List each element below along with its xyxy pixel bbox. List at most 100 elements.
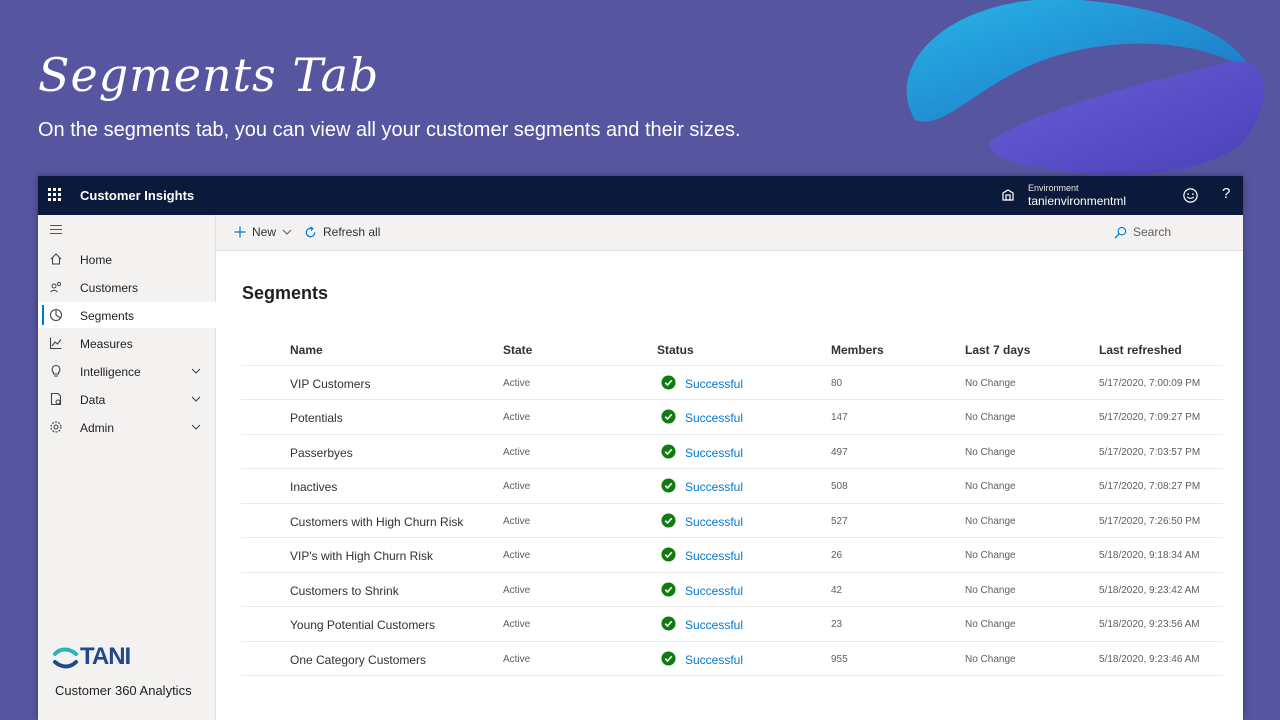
state-cell: Active — [503, 446, 531, 458]
app-launcher-icon[interactable] — [48, 188, 62, 202]
success-check-icon — [661, 409, 676, 424]
app-name[interactable]: Customer Insights — [80, 188, 194, 203]
sidebar-item-label: Intelligence — [80, 365, 141, 379]
members-cell: 147 — [831, 412, 848, 423]
segment-name-link[interactable]: VIP Customers — [290, 377, 370, 391]
last-refreshed-cell: 5/17/2020, 7:08:27 PM — [1099, 481, 1201, 492]
sidebar-item-label: Customers — [80, 281, 139, 295]
members-cell: 497 — [831, 446, 848, 458]
success-check-icon — [661, 616, 676, 631]
search-placeholder: Search — [1133, 225, 1172, 239]
last7days-cell: No Change — [965, 550, 1016, 561]
segment-name-link[interactable]: Customers with High Churn Risk — [290, 515, 463, 529]
status-link[interactable]: Successful — [685, 549, 743, 563]
last7days-cell: No Change — [965, 412, 1016, 423]
last-refreshed-cell: 5/18/2020, 9:23:46 AM — [1099, 653, 1200, 665]
success-check-icon — [661, 374, 676, 390]
sidebar-item-admin[interactable]: Admin — [38, 414, 216, 440]
last-refreshed-cell: 5/17/2020, 7:03:57 PM — [1099, 446, 1201, 458]
status-link[interactable]: Successful — [685, 584, 743, 598]
pie-icon — [49, 308, 63, 322]
members-cell: 955 — [831, 653, 848, 665]
table-row[interactable]: VIP Customers Active Successful 80 No Change… — [241, 366, 1223, 400]
table-header: Name State Status Members Last 7 days La… — [241, 331, 1223, 366]
column-header-members[interactable]: Members — [831, 343, 884, 357]
chevron-down-icon — [282, 229, 292, 235]
brand-name: TANI — [80, 643, 131, 670]
plus-icon — [234, 226, 246, 238]
sidebar-item-measures[interactable]: Measures — [38, 330, 216, 356]
table-row[interactable]: Inactives Active Successful 508 No Change 5/1… — [241, 469, 1223, 504]
last7days-cell: No Change — [965, 653, 1016, 665]
status-link[interactable]: Successful — [685, 446, 743, 460]
brand-tagline: Customer 360 Analytics — [55, 683, 192, 698]
last7days-cell: No Change — [965, 377, 1016, 389]
chevron-down-icon[interactable] — [190, 422, 202, 432]
slide-subtitle: On the segments tab, you can view all yo… — [38, 119, 741, 141]
sidebar-item-customers[interactable]: Customers — [38, 274, 216, 300]
people-icon — [50, 281, 62, 293]
segment-name-link[interactable]: Passerbyes — [290, 446, 353, 460]
sidebar-item-data[interactable]: Data — [38, 386, 216, 412]
status-link[interactable]: Successful — [685, 515, 743, 529]
last-refreshed-cell: 5/18/2020, 9:23:56 AM — [1099, 619, 1200, 630]
search-box[interactable]: Search — [1114, 225, 1171, 239]
status-link[interactable]: Successful — [685, 480, 743, 494]
table-row[interactable]: Young Potential Customers Active Successfu… — [241, 607, 1223, 642]
table-body: VIP Customers Active Successful 80 No Change… — [241, 366, 1223, 676]
table-row[interactable]: Customers with High Churn Risk Active Succ… — [241, 504, 1223, 538]
table-row[interactable]: Customers to Shrink Active Successful 42 No … — [241, 573, 1223, 607]
page-title: Segments — [242, 283, 329, 303]
refresh-icon — [305, 225, 316, 237]
sidebar-item-label: Segments — [80, 309, 135, 323]
table-row[interactable]: Potentials Active Successful 147 No Change 5/… — [241, 400, 1223, 435]
app-window: Customer Insights Environment tanienviro… — [38, 176, 1243, 720]
environment-icon[interactable] — [1000, 188, 1016, 204]
sidebar-item-home[interactable]: Home — [38, 246, 216, 272]
segment-name-link[interactable]: VIP's with High Churn Risk — [290, 549, 433, 563]
state-cell: Active — [503, 481, 531, 492]
status-link[interactable]: Successful — [685, 653, 743, 667]
database-icon — [50, 392, 62, 406]
status-link[interactable]: Successful — [685, 618, 743, 632]
state-cell: Active — [503, 619, 531, 630]
segment-name-link[interactable]: Young Potential Customers — [290, 618, 435, 632]
search-icon — [1114, 226, 1127, 238]
success-check-icon — [661, 650, 676, 666]
sidebar-item-intelligence[interactable]: Intelligence — [38, 358, 216, 384]
environment-name[interactable]: tanienvironmentml — [1028, 194, 1126, 208]
new-button[interactable]: New — [234, 225, 292, 239]
segment-name-link[interactable]: One Category Customers — [290, 653, 426, 667]
chevron-down-icon[interactable] — [190, 366, 202, 376]
last7days-cell: No Change — [965, 446, 1016, 458]
state-cell: Active — [503, 584, 531, 596]
members-cell: 23 — [831, 619, 843, 630]
table-row[interactable]: VIP's with High Churn Risk Active Successf… — [241, 538, 1223, 573]
refresh-all-button[interactable]: Refresh all — [304, 225, 380, 239]
chevron-down-icon[interactable] — [190, 394, 202, 404]
members-cell: 42 — [831, 584, 843, 596]
column-header-last7days[interactable]: Last 7 days — [965, 343, 1030, 357]
success-check-icon — [661, 512, 676, 528]
column-header-state[interactable]: State — [503, 343, 532, 357]
segment-name-link[interactable]: Customers to Shrink — [290, 584, 399, 598]
sidebar-item-segments[interactable]: Segments — [38, 302, 216, 328]
hamburger-menu-icon[interactable] — [50, 225, 64, 235]
feedback-smiley-icon[interactable] — [1182, 187, 1199, 204]
help-icon[interactable]: ? — [1222, 185, 1230, 202]
status-link[interactable]: Successful — [685, 377, 743, 391]
table-row[interactable]: One Category Customers Active Successful 95… — [241, 642, 1223, 676]
column-header-last-refreshed[interactable]: Last refreshed — [1099, 343, 1182, 357]
sidebar-item-label: Measures — [80, 337, 133, 351]
table-row[interactable]: Passerbyes Active Successful 497 No Change 5/… — [241, 435, 1223, 469]
column-header-status[interactable]: Status — [657, 343, 694, 357]
last7days-cell: No Change — [965, 481, 1016, 492]
top-bar: Customer Insights Environment tanienviro… — [38, 176, 1243, 215]
state-cell: Active — [503, 377, 531, 389]
column-header-name[interactable]: Name — [290, 343, 323, 357]
status-link[interactable]: Successful — [685, 411, 743, 425]
success-check-icon — [661, 581, 676, 597]
members-cell: 508 — [831, 481, 848, 492]
segment-name-link[interactable]: Inactives — [290, 480, 337, 494]
segment-name-link[interactable]: Potentials — [290, 411, 343, 425]
